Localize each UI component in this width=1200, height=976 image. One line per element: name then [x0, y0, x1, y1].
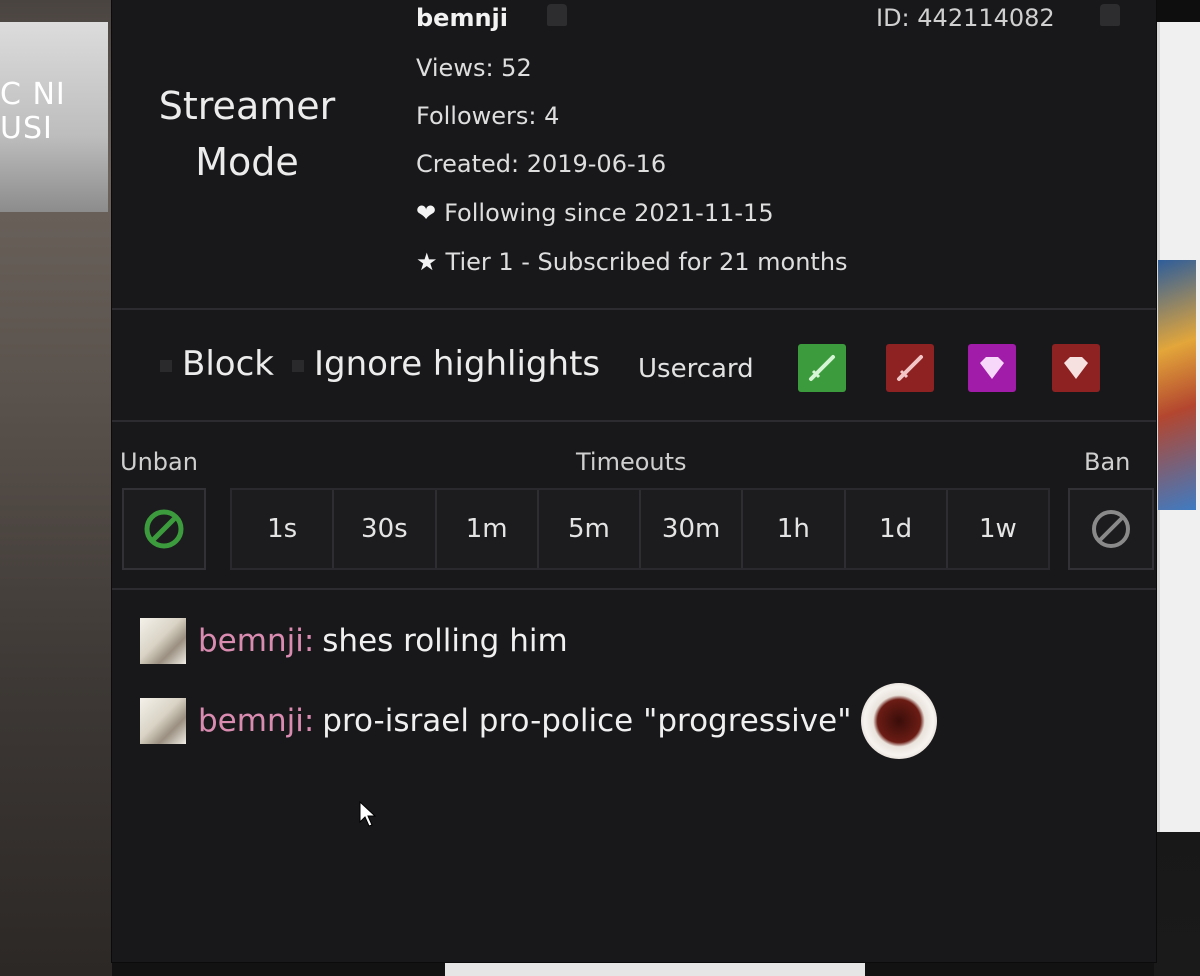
divider	[112, 308, 1156, 310]
timeout-30s-button[interactable]: 30s	[334, 490, 437, 568]
sword-icon	[897, 355, 923, 381]
unvip-button[interactable]	[1052, 344, 1100, 392]
timeout-1d-button[interactable]: 1d	[845, 490, 948, 568]
message-text: shes rolling him	[322, 623, 568, 659]
usercard-link[interactable]: Usercard	[638, 354, 754, 384]
background-strip	[445, 962, 865, 976]
lock-icon[interactable]	[1100, 4, 1120, 26]
avatar[interactable]	[140, 698, 186, 744]
options-row: Block Ignore highlights Usercard	[112, 330, 1156, 410]
timeouts-label: Timeouts	[576, 448, 687, 476]
timeout-1m-button[interactable]: 1m	[436, 490, 539, 568]
following-text: Following since 2021-11-15	[444, 199, 774, 227]
gem-icon	[1064, 357, 1088, 379]
checkbox-box[interactable]	[160, 359, 172, 372]
message-username[interactable]: bemnji:	[198, 623, 314, 659]
no-entry-icon	[144, 509, 184, 549]
ignore-highlights-checkbox[interactable]: Ignore highlights	[292, 344, 600, 384]
message-username[interactable]: bemnji:	[198, 703, 314, 739]
timeout-30m-button[interactable]: 30m	[641, 490, 744, 568]
timeout-5m-button[interactable]: 5m	[538, 490, 641, 568]
heart-icon: ❤	[416, 199, 437, 227]
lock-icon[interactable]	[547, 4, 567, 26]
unban-button[interactable]	[122, 488, 206, 570]
ban-button[interactable]	[1068, 488, 1154, 570]
usercard-window: Streamer Mode bemnji ID: 442114082 Views…	[112, 0, 1156, 962]
subscription-text: Tier 1 - Subscribed for 21 months	[445, 248, 848, 276]
streamer-mode-label: Streamer Mode	[158, 84, 336, 184]
user-id: ID: 442114082	[876, 4, 1055, 32]
ignore-highlights-label: Ignore highlights	[314, 344, 601, 384]
ban-icon	[1092, 510, 1130, 548]
timeout-buttons: 1s 30s 1m 5m 30m 1h 1d 1w	[230, 488, 1050, 570]
timeout-1h-button[interactable]: 1h	[743, 490, 846, 568]
background-sign-text: C NI USI	[0, 78, 66, 146]
divider	[112, 588, 1156, 590]
gem-icon	[980, 357, 1004, 379]
ban-label: Ban	[1084, 448, 1131, 476]
timeout-1w-button[interactable]: 1w	[947, 490, 1048, 568]
message-text: pro-israel pro-police "progressive"	[322, 703, 852, 739]
star-icon: ★	[416, 248, 438, 276]
views-stat: Views: 52	[416, 54, 532, 82]
background-artwork	[1158, 260, 1196, 510]
username[interactable]: bemnji	[416, 4, 508, 32]
unban-label: Unban	[120, 448, 198, 476]
block-label: Block	[182, 344, 274, 384]
followers-stat: Followers: 4	[416, 102, 560, 130]
following-since: ❤ Following since 2021-11-15	[416, 199, 774, 227]
moderation-labels: Unban Timeouts Ban	[112, 448, 1156, 482]
divider	[112, 420, 1156, 422]
chat-message: bemnji: shes rolling him	[140, 616, 568, 666]
shark-emote-icon[interactable]	[861, 683, 938, 759]
timeout-1s-button[interactable]: 1s	[232, 490, 335, 568]
mouse-cursor-icon	[359, 800, 377, 827]
avatar[interactable]	[140, 618, 186, 664]
created-date: Created: 2019-06-16	[416, 150, 667, 178]
checkbox-box[interactable]	[292, 359, 304, 372]
mod-button[interactable]	[798, 344, 846, 392]
vip-button[interactable]	[968, 344, 1016, 392]
subscription-status: ★ Tier 1 - Subscribed for 21 months	[416, 248, 848, 276]
unmod-button[interactable]	[886, 344, 934, 392]
chat-message: bemnji: pro-israel pro-police "progressi…	[140, 683, 938, 759]
block-checkbox[interactable]: Block	[160, 344, 274, 384]
sword-icon	[809, 355, 835, 381]
moderation-row: 1s 30s 1m 5m 30m 1h 1d 1w	[112, 488, 1156, 572]
